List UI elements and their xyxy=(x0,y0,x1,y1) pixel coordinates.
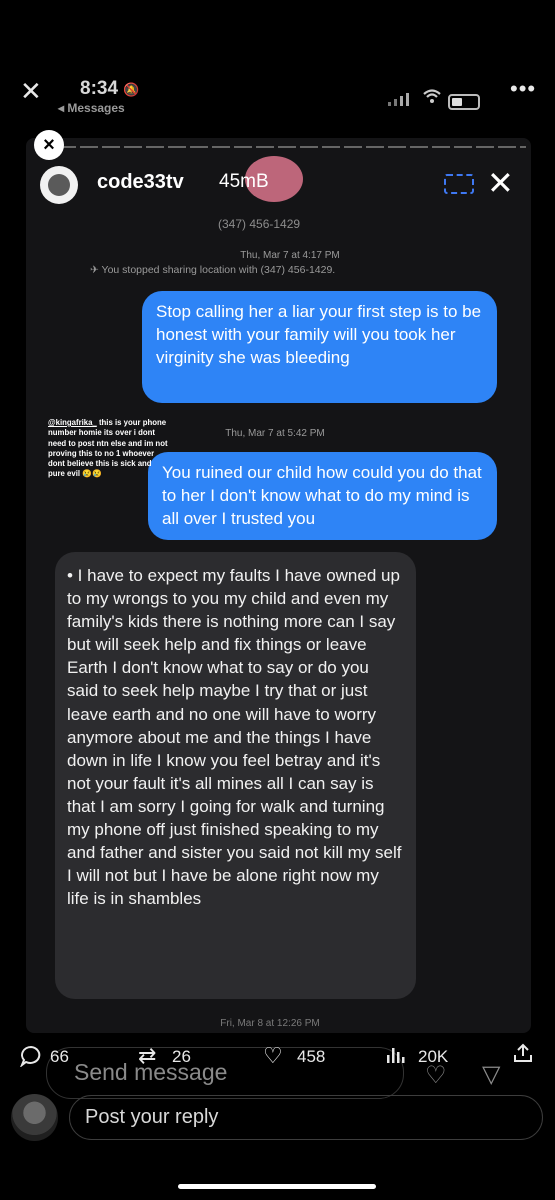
battery-icon xyxy=(448,94,480,110)
user-avatar[interactable] xyxy=(11,1094,58,1141)
story-avatar[interactable] xyxy=(40,166,78,204)
sent-message-bubble: Stop calling her a liar your first step … xyxy=(142,291,497,403)
views-icon[interactable] xyxy=(385,1046,407,1069)
status-time: 8:34 🔕 xyxy=(80,78,140,100)
story-username[interactable]: code33tv xyxy=(97,171,184,194)
contact-phone: (347) 456-1429 xyxy=(218,217,301,231)
video-call-icon[interactable] xyxy=(444,174,474,194)
time-label: 8:34 xyxy=(80,78,119,99)
story-send-icon[interactable]: ▽ xyxy=(482,1060,500,1089)
story-size: 45mB xyxy=(219,171,269,192)
story-overlay-caption: @kingafrika_ this is your phone number h… xyxy=(48,418,168,480)
sent-message-bubble: You ruined our child how could you do th… xyxy=(148,452,497,540)
like-count: 458 xyxy=(297,1047,326,1066)
reply-icon[interactable] xyxy=(19,1045,42,1073)
story-x-icon[interactable]: ✕ xyxy=(487,164,514,202)
location-note: ✈ You stopped sharing location with (347… xyxy=(90,264,336,276)
reply-count: 66 xyxy=(50,1047,69,1066)
received-message-bubble: • I have to expect my faults I have owne… xyxy=(55,552,416,999)
thread-timestamp: Thu, Mar 7 at 5:42 PM xyxy=(225,428,325,439)
story-close-button[interactable]: × xyxy=(34,130,64,160)
repost-count: 26 xyxy=(172,1047,191,1066)
caption-text: this is your phone number homie its over… xyxy=(48,418,168,479)
like-icon[interactable]: ♡ xyxy=(263,1043,283,1069)
more-options-icon[interactable]: ••• xyxy=(510,76,536,102)
reply-placeholder: Post your reply xyxy=(85,1106,219,1128)
back-to-messages[interactable]: ◂ Messages xyxy=(58,101,125,115)
mute-icon: 🔕 xyxy=(123,82,140,97)
share-icon[interactable] xyxy=(512,1042,534,1070)
views-count: 20K xyxy=(418,1047,449,1066)
thread-timestamp: Fri, Mar 8 at 12:26 PM xyxy=(220,1018,320,1029)
thread-timestamp: Thu, Mar 7 at 4:17 PM xyxy=(240,250,340,261)
signal-icon xyxy=(388,92,414,111)
home-indicator xyxy=(178,1184,376,1189)
caption-mention[interactable]: @kingafrika_ xyxy=(48,418,97,427)
story-progress-bar xyxy=(58,146,526,148)
repost-icon[interactable]: ⇄ xyxy=(138,1043,156,1069)
close-icon[interactable]: ✕ xyxy=(20,76,42,107)
wifi-icon xyxy=(422,88,442,109)
